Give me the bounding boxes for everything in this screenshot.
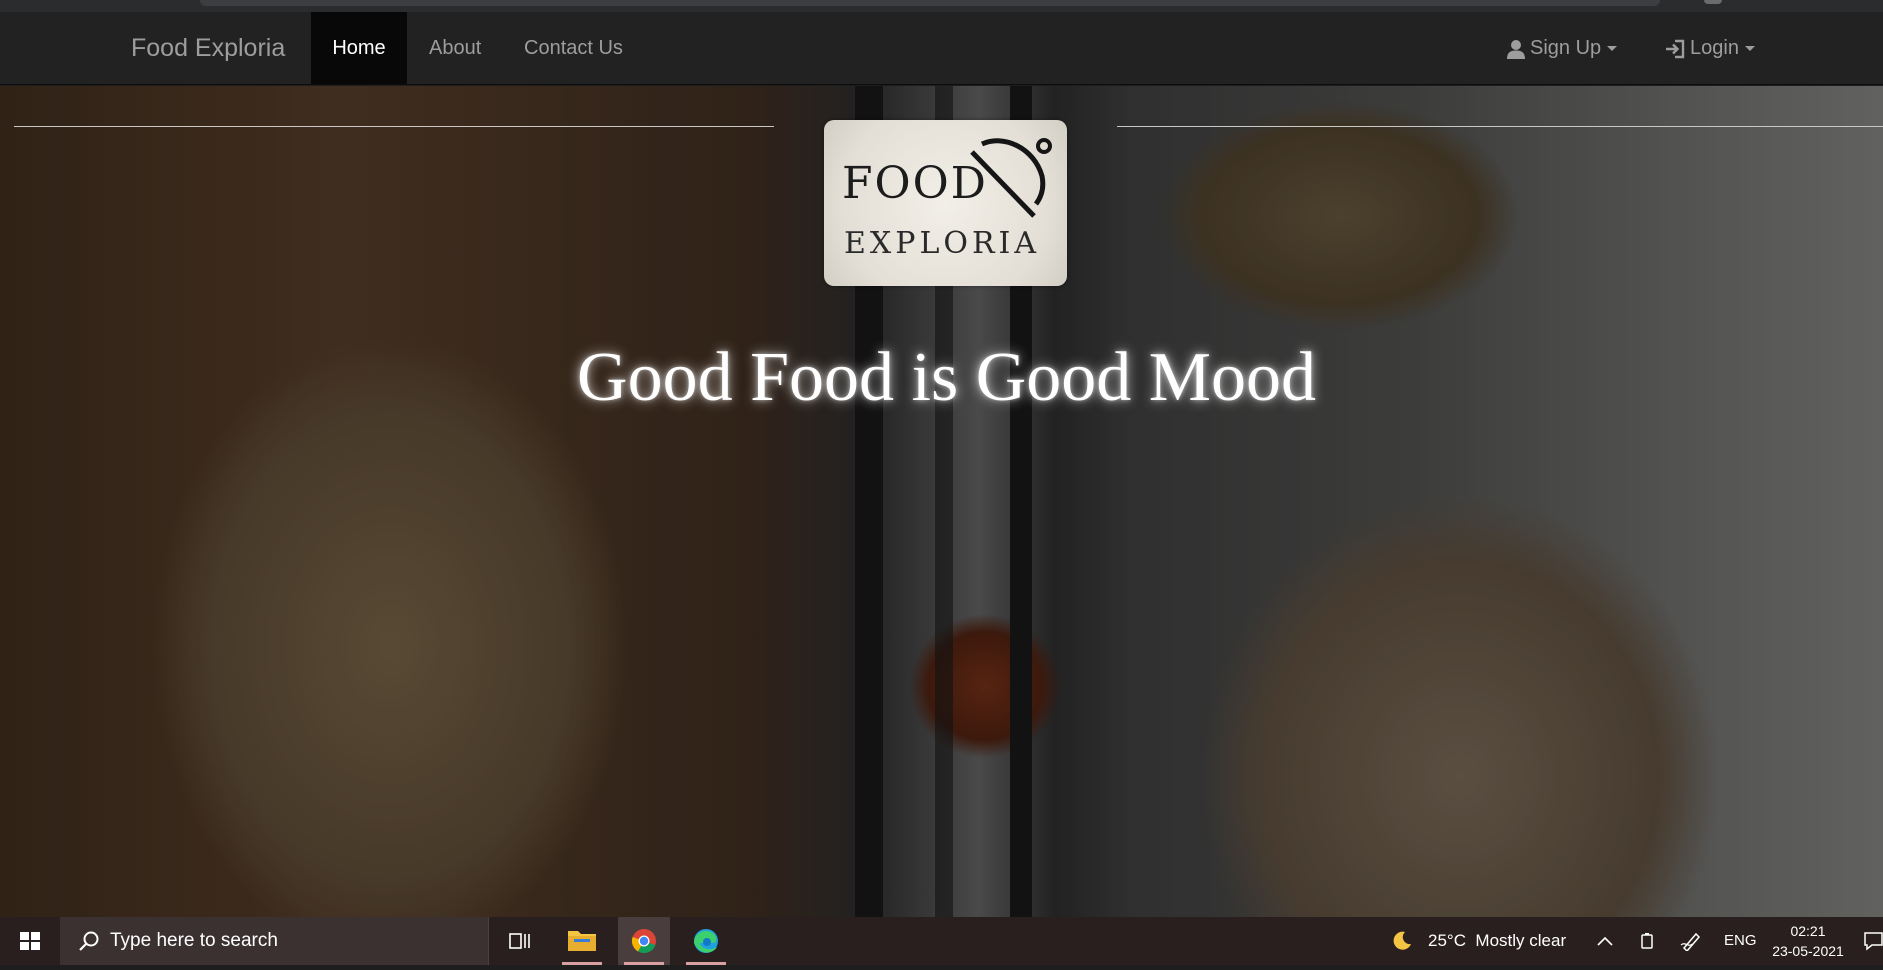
system-clock[interactable]: 02:21 23-05-2021 (1768, 921, 1848, 961)
chevron-up-icon[interactable] (1596, 933, 1614, 949)
task-view-icon (509, 933, 530, 949)
chrome-icon (631, 929, 656, 954)
nav-home[interactable]: Home (311, 12, 407, 84)
moon-weather-icon (1393, 931, 1411, 950)
signup-dropdown[interactable]: Sign Up (1506, 12, 1618, 84)
pen-icon[interactable] (1680, 931, 1702, 951)
logo-text-exploria: EXPLORIA (844, 226, 1041, 261)
windows-logo-icon (20, 932, 40, 950)
task-view-button[interactable] (494, 917, 546, 965)
cloche-icon (970, 138, 1052, 218)
divider-line-left (14, 126, 774, 127)
edge-button[interactable] (680, 917, 732, 965)
browser-profile-edge (1704, 0, 1722, 4)
language-indicator[interactable]: ENG (1724, 917, 1757, 965)
clock-date: 23-05-2021 (1772, 943, 1844, 959)
chevron-down-icon (1607, 46, 1618, 52)
start-button[interactable] (0, 917, 60, 965)
divider-line-right (1117, 126, 1883, 127)
browser-address-strip (200, 0, 1660, 6)
login-label: Login (1690, 37, 1739, 59)
user-icon (1507, 39, 1525, 59)
notification-icon[interactable] (1864, 931, 1883, 951)
brand-link[interactable]: Food Exploria (131, 12, 285, 85)
clock-time: 02:21 (1790, 923, 1826, 939)
weather-status[interactable]: 25°C Mostly clear (1428, 917, 1566, 965)
windows-taskbar: Type here to search 25°C Mostly clear EN… (0, 917, 1883, 965)
login-icon (1666, 39, 1685, 58)
nav-contact-us[interactable]: Contact Us (524, 12, 623, 84)
taskbar-search-box[interactable]: Type here to search (60, 917, 489, 965)
chevron-down-icon (1744, 46, 1755, 52)
chrome-button[interactable] (618, 917, 670, 965)
hero-section: FOOD EXPLORIA Good Food is Good Mood (0, 86, 1883, 917)
file-explorer-button[interactable] (556, 917, 608, 965)
site-logo: FOOD EXPLORIA (824, 120, 1067, 286)
edge-icon (694, 929, 718, 953)
signup-label: Sign Up (1530, 37, 1602, 59)
search-icon (79, 931, 99, 951)
battery-icon[interactable] (1638, 932, 1656, 950)
search-placeholder: Type here to search (110, 930, 278, 951)
site-navbar: Food Exploria Home About Contact Us Sign… (0, 12, 1883, 85)
folder-icon (568, 931, 596, 951)
login-dropdown[interactable]: Login (1664, 12, 1755, 84)
hero-headline: Good Food is Good Mood (577, 339, 1316, 416)
nav-about[interactable]: About (429, 12, 481, 84)
browser-top-strip (0, 0, 1883, 12)
